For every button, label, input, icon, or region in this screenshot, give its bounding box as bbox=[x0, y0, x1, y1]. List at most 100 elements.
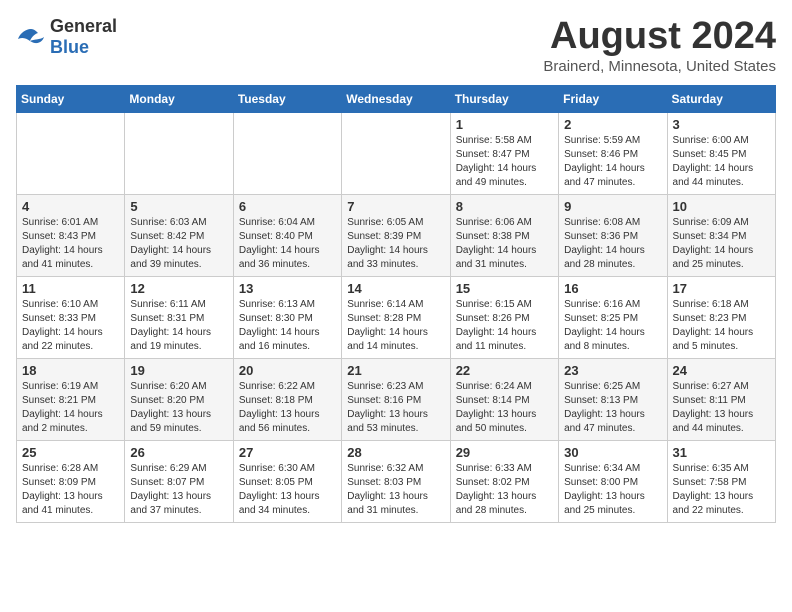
day-info: Sunrise: 6:27 AM Sunset: 8:11 PM Dayligh… bbox=[673, 380, 770, 436]
main-title: August 2024 bbox=[543, 16, 776, 58]
logo-text: General Blue bbox=[50, 16, 117, 58]
day-info: Sunrise: 6:06 AM Sunset: 8:38 PM Dayligh… bbox=[456, 216, 553, 272]
logo-general: General bbox=[50, 16, 117, 36]
day-info: Sunrise: 6:32 AM Sunset: 8:03 PM Dayligh… bbox=[347, 462, 444, 518]
calendar-cell: 31 Sunrise: 6:35 AM Sunset: 7:58 PM Dayli… bbox=[667, 440, 775, 522]
calendar-cell: 9 Sunrise: 6:08 AM Sunset: 8:36 PM Daylig… bbox=[559, 194, 667, 276]
calendar-cell: 3 Sunrise: 6:00 AM Sunset: 8:45 PM Daylig… bbox=[667, 112, 775, 194]
day-number: 7 bbox=[347, 199, 444, 214]
day-info: Sunrise: 6:13 AM Sunset: 8:30 PM Dayligh… bbox=[239, 298, 336, 354]
day-header-tuesday: Tuesday bbox=[233, 85, 341, 112]
calendar-cell: 23 Sunrise: 6:25 AM Sunset: 8:13 PM Dayli… bbox=[559, 358, 667, 440]
calendar-cell bbox=[17, 112, 125, 194]
day-info: Sunrise: 6:18 AM Sunset: 8:23 PM Dayligh… bbox=[673, 298, 770, 354]
calendar-cell: 20Sunrise: 6:22 AM Sunset: 8:18 PM Dayli… bbox=[233, 358, 341, 440]
day-number: 9 bbox=[564, 199, 661, 214]
day-header-sunday: Sunday bbox=[17, 85, 125, 112]
day-number: 31 bbox=[673, 445, 770, 460]
calendar-week-row: 1 Sunrise: 5:58 AM Sunset: 8:47 PM Daylig… bbox=[17, 112, 776, 194]
logo: General Blue bbox=[16, 16, 117, 58]
day-number: 30 bbox=[564, 445, 661, 460]
day-info: Sunrise: 6:09 AM Sunset: 8:34 PM Dayligh… bbox=[673, 216, 770, 272]
subtitle: Brainerd, Minnesota, United States bbox=[543, 58, 776, 75]
calendar-cell: 29Sunrise: 6:33 AM Sunset: 8:02 PM Dayli… bbox=[450, 440, 558, 522]
day-number: 15 bbox=[456, 281, 553, 296]
day-number: 24 bbox=[673, 363, 770, 378]
calendar-week-row: 25Sunrise: 6:28 AM Sunset: 8:09 PM Dayli… bbox=[17, 440, 776, 522]
calendar-cell: 6Sunrise: 6:04 AM Sunset: 8:40 PM Daylig… bbox=[233, 194, 341, 276]
day-info: Sunrise: 6:16 AM Sunset: 8:25 PM Dayligh… bbox=[564, 298, 661, 354]
day-number: 4 bbox=[22, 199, 119, 214]
day-number: 14 bbox=[347, 281, 444, 296]
day-number: 22 bbox=[456, 363, 553, 378]
day-info: Sunrise: 6:01 AM Sunset: 8:43 PM Dayligh… bbox=[22, 216, 119, 272]
calendar-cell: 22 Sunrise: 6:24 AM Sunset: 8:14 PM Dayli… bbox=[450, 358, 558, 440]
day-info: Sunrise: 6:34 AM Sunset: 8:00 PM Dayligh… bbox=[564, 462, 661, 518]
calendar-cell: 14 Sunrise: 6:14 AM Sunset: 8:28 PM Dayli… bbox=[342, 276, 450, 358]
day-info: Sunrise: 6:24 AM Sunset: 8:14 PM Dayligh… bbox=[456, 380, 553, 436]
day-number: 2 bbox=[564, 117, 661, 132]
day-number: 8 bbox=[456, 199, 553, 214]
calendar-week-row: 4 Sunrise: 6:01 AM Sunset: 8:43 PM Daylig… bbox=[17, 194, 776, 276]
day-header-monday: Monday bbox=[125, 85, 233, 112]
title-area: August 2024 Brainerd, Minnesota, United … bbox=[543, 16, 776, 75]
calendar-cell: 17 Sunrise: 6:18 AM Sunset: 8:23 PM Dayli… bbox=[667, 276, 775, 358]
day-header-wednesday: Wednesday bbox=[342, 85, 450, 112]
calendar-header-row: SundayMondayTuesdayWednesdayThursdayFrid… bbox=[17, 85, 776, 112]
day-info: Sunrise: 6:35 AM Sunset: 7:58 PM Dayligh… bbox=[673, 462, 770, 518]
day-number: 21 bbox=[347, 363, 444, 378]
day-info: Sunrise: 6:29 AM Sunset: 8:07 PM Dayligh… bbox=[130, 462, 227, 518]
day-number: 11 bbox=[22, 281, 119, 296]
calendar-cell: 4 Sunrise: 6:01 AM Sunset: 8:43 PM Daylig… bbox=[17, 194, 125, 276]
day-info: Sunrise: 6:08 AM Sunset: 8:36 PM Dayligh… bbox=[564, 216, 661, 272]
logo-blue: Blue bbox=[50, 37, 89, 57]
day-info: Sunrise: 6:11 AM Sunset: 8:31 PM Dayligh… bbox=[130, 298, 227, 354]
day-info: Sunrise: 6:25 AM Sunset: 8:13 PM Dayligh… bbox=[564, 380, 661, 436]
day-info: Sunrise: 6:23 AM Sunset: 8:16 PM Dayligh… bbox=[347, 380, 444, 436]
calendar-cell: 12 Sunrise: 6:11 AM Sunset: 8:31 PM Dayli… bbox=[125, 276, 233, 358]
day-info: Sunrise: 6:03 AM Sunset: 8:42 PM Dayligh… bbox=[130, 216, 227, 272]
header: General Blue August 2024 Brainerd, Minne… bbox=[16, 16, 776, 75]
day-header-thursday: Thursday bbox=[450, 85, 558, 112]
day-info: Sunrise: 6:28 AM Sunset: 8:09 PM Dayligh… bbox=[22, 462, 119, 518]
calendar-cell: 13 Sunrise: 6:13 AM Sunset: 8:30 PM Dayli… bbox=[233, 276, 341, 358]
day-number: 26 bbox=[130, 445, 227, 460]
calendar-cell bbox=[125, 112, 233, 194]
calendar-cell: 18Sunrise: 6:19 AM Sunset: 8:21 PM Dayli… bbox=[17, 358, 125, 440]
calendar-table: SundayMondayTuesdayWednesdayThursdayFrid… bbox=[16, 85, 776, 523]
day-info: Sunrise: 6:15 AM Sunset: 8:26 PM Dayligh… bbox=[456, 298, 553, 354]
day-info: Sunrise: 6:14 AM Sunset: 8:28 PM Dayligh… bbox=[347, 298, 444, 354]
day-number: 10 bbox=[673, 199, 770, 214]
day-header-saturday: Saturday bbox=[667, 85, 775, 112]
day-info: Sunrise: 6:00 AM Sunset: 8:45 PM Dayligh… bbox=[673, 134, 770, 190]
calendar-week-row: 18Sunrise: 6:19 AM Sunset: 8:21 PM Dayli… bbox=[17, 358, 776, 440]
day-number: 23 bbox=[564, 363, 661, 378]
day-number: 13 bbox=[239, 281, 336, 296]
day-info: Sunrise: 6:05 AM Sunset: 8:39 PM Dayligh… bbox=[347, 216, 444, 272]
calendar-cell: 2 Sunrise: 5:59 AM Sunset: 8:46 PM Daylig… bbox=[559, 112, 667, 194]
calendar-cell: 24 Sunrise: 6:27 AM Sunset: 8:11 PM Dayli… bbox=[667, 358, 775, 440]
day-number: 3 bbox=[673, 117, 770, 132]
day-info: Sunrise: 5:58 AM Sunset: 8:47 PM Dayligh… bbox=[456, 134, 553, 190]
calendar-cell: 5 Sunrise: 6:03 AM Sunset: 8:42 PM Daylig… bbox=[125, 194, 233, 276]
day-number: 19 bbox=[130, 363, 227, 378]
day-info: Sunrise: 6:04 AM Sunset: 8:40 PM Dayligh… bbox=[239, 216, 336, 272]
day-number: 17 bbox=[673, 281, 770, 296]
day-number: 12 bbox=[130, 281, 227, 296]
day-number: 16 bbox=[564, 281, 661, 296]
calendar-cell: 28Sunrise: 6:32 AM Sunset: 8:03 PM Dayli… bbox=[342, 440, 450, 522]
day-number: 27 bbox=[239, 445, 336, 460]
calendar-cell: 25Sunrise: 6:28 AM Sunset: 8:09 PM Dayli… bbox=[17, 440, 125, 522]
calendar-cell: 30 Sunrise: 6:34 AM Sunset: 8:00 PM Dayli… bbox=[559, 440, 667, 522]
day-number: 5 bbox=[130, 199, 227, 214]
calendar-cell bbox=[233, 112, 341, 194]
day-number: 1 bbox=[456, 117, 553, 132]
calendar-cell: 11Sunrise: 6:10 AM Sunset: 8:33 PM Dayli… bbox=[17, 276, 125, 358]
day-number: 20 bbox=[239, 363, 336, 378]
day-info: Sunrise: 5:59 AM Sunset: 8:46 PM Dayligh… bbox=[564, 134, 661, 190]
day-info: Sunrise: 6:20 AM Sunset: 8:20 PM Dayligh… bbox=[130, 380, 227, 436]
calendar-cell: 27Sunrise: 6:30 AM Sunset: 8:05 PM Dayli… bbox=[233, 440, 341, 522]
day-number: 18 bbox=[22, 363, 119, 378]
day-info: Sunrise: 6:33 AM Sunset: 8:02 PM Dayligh… bbox=[456, 462, 553, 518]
calendar-cell: 7 Sunrise: 6:05 AM Sunset: 8:39 PM Daylig… bbox=[342, 194, 450, 276]
